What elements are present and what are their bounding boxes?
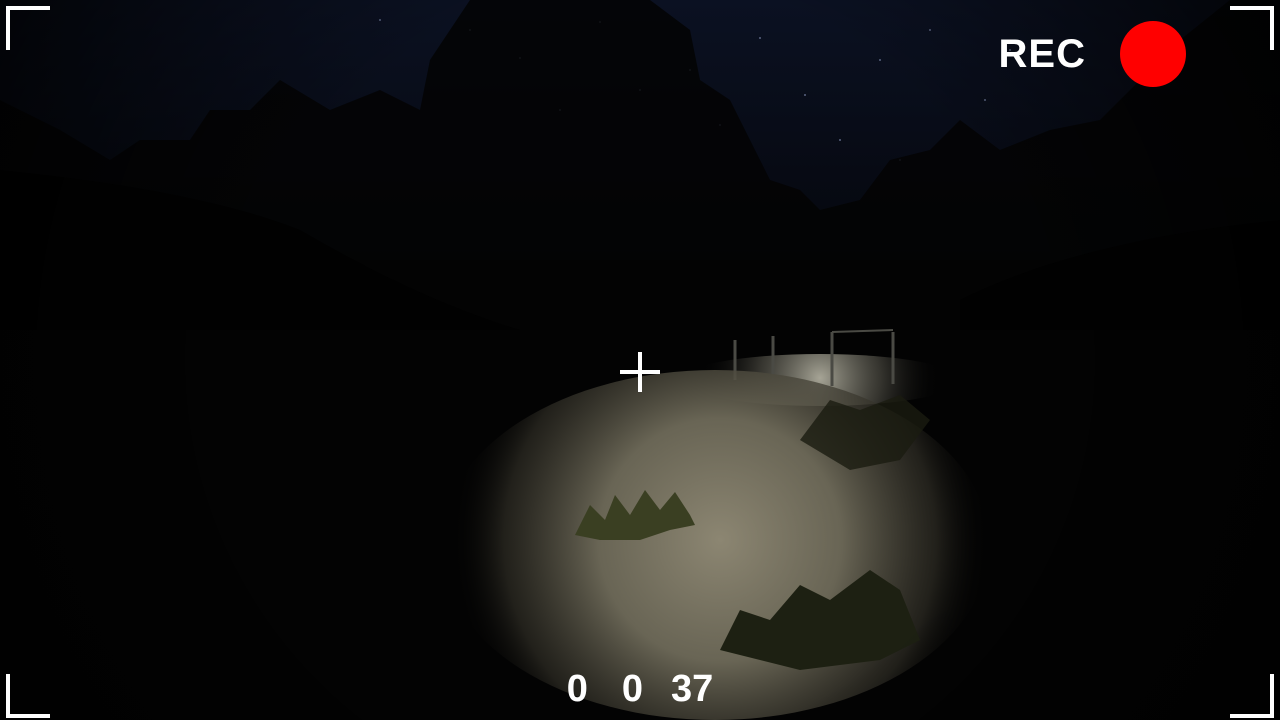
rec-indicator: REC xyxy=(999,21,1102,87)
rec-label: REC xyxy=(998,32,1086,76)
timer-seconds: 37 xyxy=(671,668,714,710)
timer-hours: 0 xyxy=(566,668,588,710)
crosshair-icon xyxy=(620,352,660,392)
timer-minutes: 0 xyxy=(621,668,643,710)
viewfinder-corner-top-right xyxy=(1230,6,1274,50)
recording-timer: 0 0 37 xyxy=(0,670,1280,708)
rec-dot-icon xyxy=(1120,21,1186,87)
game-viewport[interactable]: REC 0 0 37 xyxy=(0,0,1280,720)
viewfinder-corner-top-left xyxy=(6,6,50,50)
